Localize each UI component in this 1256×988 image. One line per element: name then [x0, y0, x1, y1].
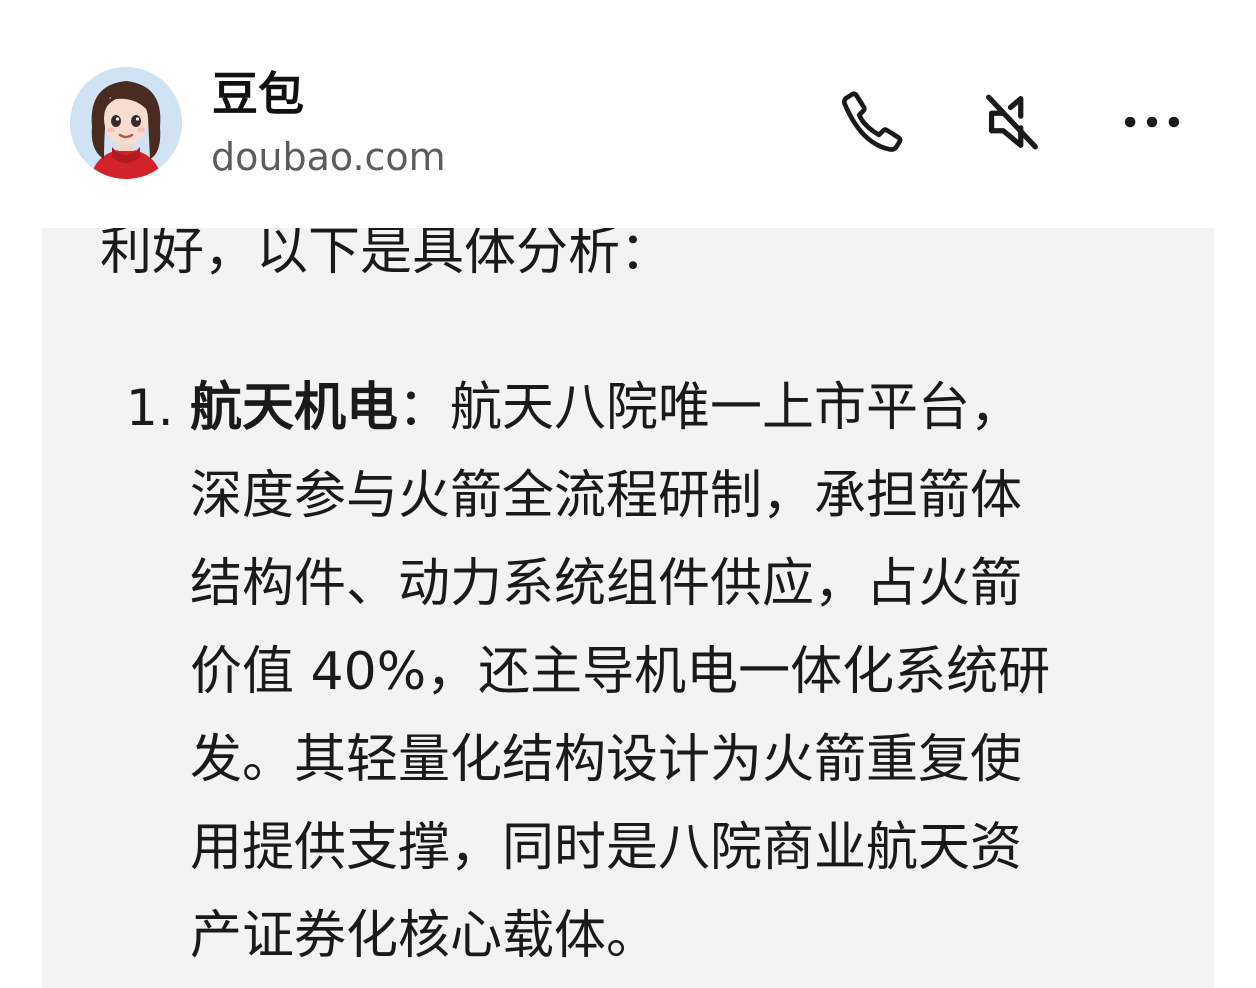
- contact-domain: doubao.com: [211, 135, 446, 179]
- chat-header: 豆包 doubao.com: [0, 0, 1256, 228]
- list-item-line: 产证券化核心载体。: [190, 906, 659, 966]
- list-item-content: 航天机电：航天八院唯一上市平台， 深度参与火箭全流程研制，承担箭体 结构件、动力…: [190, 364, 1190, 980]
- mute-button[interactable]: [976, 86, 1048, 158]
- mute-speaker-icon: [986, 94, 1038, 150]
- list-item-line: 价值 40%，还主导机电一体化系统研: [190, 642, 1051, 702]
- list-number: 1.: [126, 379, 174, 437]
- contact-name: 豆包: [212, 67, 304, 121]
- message-intro-text: 利好，以下是具体分析：: [100, 228, 673, 282]
- list-item-line: 深度参与火箭全流程研制，承担箭体: [190, 466, 1023, 526]
- list-item-line: 发。其轻量化结构设计为火箭重复使: [190, 730, 1023, 790]
- message-bubble: 利好，以下是具体分析： 1. 航天机电：航天八院唯一上市平台， 深度参与火箭全流…: [42, 228, 1214, 988]
- more-button[interactable]: [1116, 86, 1188, 158]
- list-item-title: 航天机电: [190, 378, 399, 438]
- list-item-line: 航天机电：航天八院唯一上市平台，: [190, 364, 1190, 452]
- avatar-illustration: [70, 67, 182, 179]
- avatar[interactable]: [70, 67, 182, 179]
- phone-icon: [842, 91, 903, 152]
- list-item-text: ：航天八院唯一上市平台，: [398, 378, 1023, 438]
- list-item-line: 用提供支撑，同时是八院商业航天资: [190, 818, 1023, 878]
- call-button[interactable]: [836, 86, 908, 158]
- more-dots-icon: [1124, 116, 1180, 128]
- list-item-line: 结构件、动力系统组件供应，占火箭: [190, 554, 1023, 614]
